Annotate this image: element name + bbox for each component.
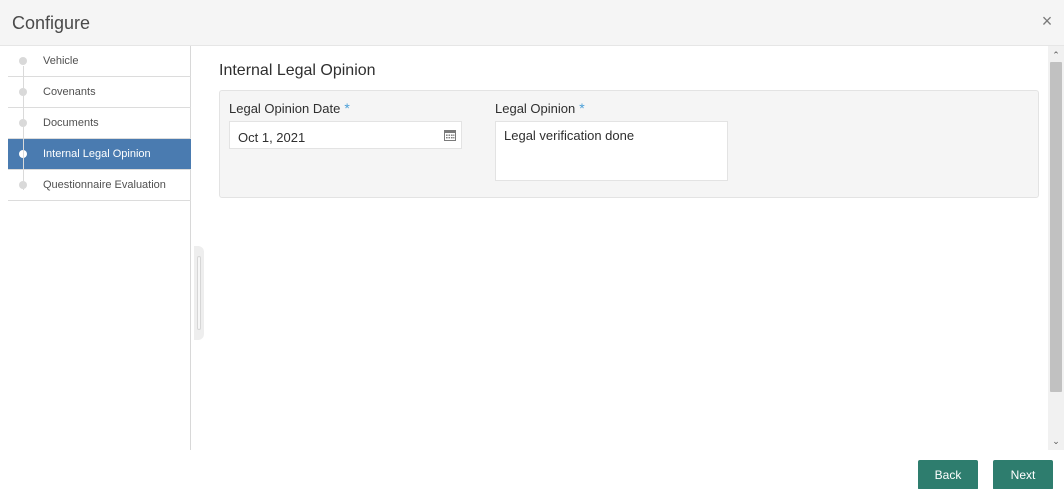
sidebar-item-label: Documents [43,117,99,129]
vertical-scrollbar[interactable]: ⌃ ⌄ [1048,46,1064,450]
field-label-text: Legal Opinion [495,101,576,116]
next-button[interactable]: Next [993,460,1053,489]
modal-title: Configure [12,13,91,33]
calendar-icon[interactable] [444,129,456,141]
legal-opinion-date-input[interactable]: Oct 1, 2021 [229,121,462,149]
scroll-down-icon[interactable]: ⌄ [1048,434,1064,448]
sidebar-item-label: Vehicle [43,55,79,67]
close-icon[interactable]: × [1038,12,1056,30]
legal-opinion-date-label: Legal Opinion Date * [229,100,350,116]
field-label-text: Legal Opinion Date [229,101,341,116]
back-button[interactable]: Back [918,460,978,489]
sidebar-item-questionnaire-evaluation[interactable]: Questionnaire Evaluation [8,170,191,201]
sidebar-item-covenants[interactable]: Covenants [8,77,191,108]
form-panel: Legal Opinion Date * Oct 1, 2021 Legal Op… [219,90,1039,198]
required-mark: * [344,100,350,116]
sidebar-item-internal-legal-opinion[interactable]: Internal Legal Opinion [8,139,191,170]
scroll-up-icon[interactable]: ⌃ [1048,48,1064,62]
legal-opinion-label: Legal Opinion * [495,100,585,116]
modal-header: Configure × [0,0,1064,46]
required-mark: * [579,100,585,116]
date-value: Oct 1, 2021 [238,130,306,145]
sidebar-item-vehicle[interactable]: Vehicle [8,46,191,77]
step-dot-icon [19,57,27,65]
sidebar-item-label: Questionnaire Evaluation [43,179,166,191]
scroll-thumb[interactable] [1050,62,1062,392]
sidebar-item-label: Covenants [43,86,96,98]
sidebar-item-label: Internal Legal Opinion [43,148,151,160]
section-title: Internal Legal Opinion [219,62,376,79]
legal-opinion-textarea[interactable]: Legal verification done [495,121,728,181]
sidebar-item-documents[interactable]: Documents [8,108,191,139]
main-content: Internal Legal Opinion Legal Opinion Dat… [192,46,1048,450]
step-connector-line [23,66,24,190]
sidebar: Vehicle Covenants Documents Internal Leg… [0,46,191,450]
